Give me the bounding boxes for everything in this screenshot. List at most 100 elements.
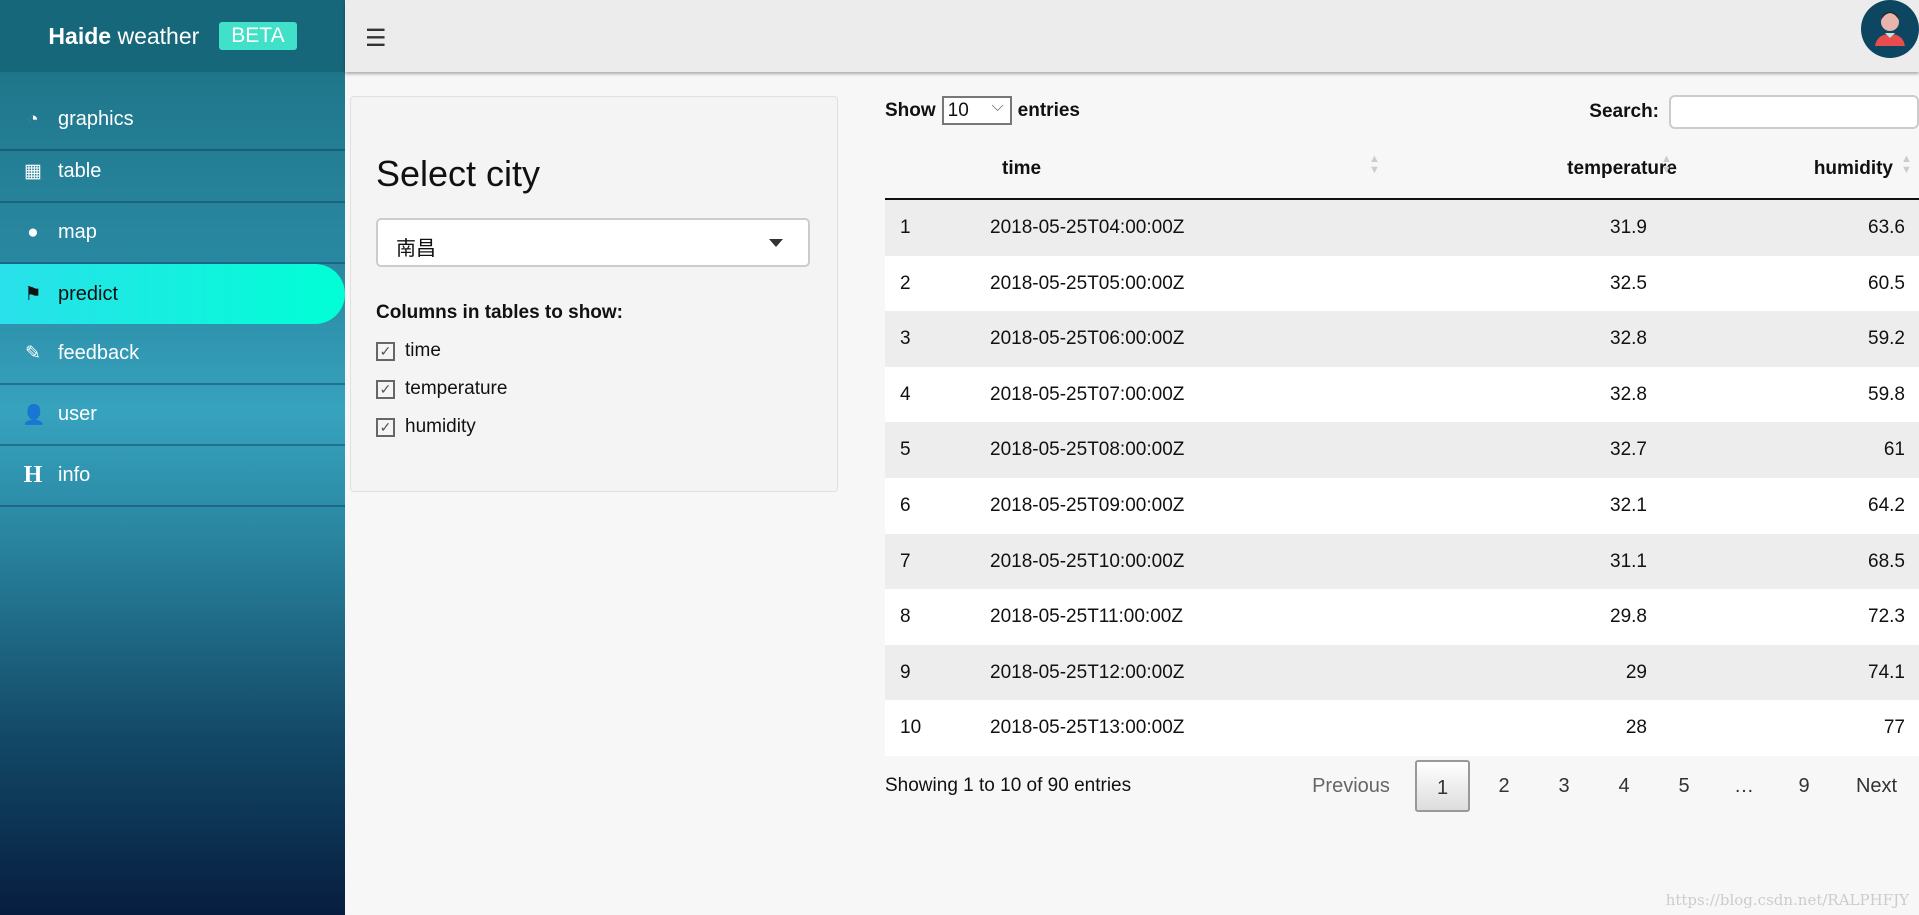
humidity-cell: 74.1 — [1868, 661, 1905, 683]
nav-label: table — [58, 160, 102, 182]
data-table: Show 10 ⌵ entries Search: time ▲ ▼ tempera… — [885, 0, 1919, 915]
time-cell: 2018-05-25T10:00:00Z — [990, 550, 1185, 572]
row-index: 8 — [900, 606, 911, 628]
row-index: 2 — [900, 272, 911, 294]
humidity-cell: 72.3 — [1868, 606, 1905, 628]
sidebar: Haide weather BETA ◔ graphics ▦ table ● map… — [0, 0, 345, 915]
row-index: 10 — [900, 717, 922, 739]
next-button[interactable]: Next — [1834, 760, 1919, 812]
pagination-ellipsis: … — [1734, 775, 1754, 797]
checkbox-temperature[interactable]: ✓ temperature — [376, 378, 507, 400]
dashboard-icon: ◔ — [27, 108, 39, 130]
city-select[interactable]: 南昌 — [376, 218, 810, 267]
page-button-3[interactable]: 3 — [1534, 760, 1594, 812]
city-panel: Select city 南昌 Columns in tables to show… — [350, 96, 838, 492]
sort-icon[interactable]: ▲ ▼ — [1661, 154, 1672, 176]
page-button-1[interactable]: 1 — [1415, 760, 1470, 812]
city-value: 南昌 — [396, 238, 436, 260]
row-index: 5 — [900, 439, 911, 461]
row-index: 9 — [900, 661, 911, 683]
search-input[interactable] — [1669, 95, 1919, 129]
page-length-value: 10 — [947, 100, 969, 121]
temperature-cell: 31.1 — [1610, 550, 1647, 572]
grid-icon: ▦ — [24, 161, 42, 182]
pagination: Previous 1 2 3 4 5 … 9 Next — [1291, 760, 1919, 812]
nav-label: info — [58, 464, 91, 486]
checkbox-label: time — [405, 340, 441, 361]
temperature-cell: 28 — [1625, 717, 1647, 739]
nav-label: user — [58, 403, 97, 425]
sidebar-item-info[interactable]: Hinfo — [0, 446, 345, 507]
checkbox-label: humidity — [405, 416, 476, 437]
table-info: Showing 1 to 10 of 90 entries — [885, 775, 1132, 796]
temperature-cell: 29 — [1625, 661, 1647, 683]
time-cell: 2018-05-25T08:00:00Z — [990, 439, 1185, 461]
humidity-cell: 63.6 — [1868, 217, 1905, 238]
checkbox-humidity[interactable]: ✓ humidity — [376, 416, 476, 438]
checkbox-checked-icon[interactable]: ✓ — [376, 417, 395, 437]
time-cell: 2018-05-25T09:00:00Z — [990, 495, 1185, 516]
page-button-9[interactable]: 9 — [1774, 760, 1834, 812]
flag-icon: ⚑ — [24, 283, 42, 305]
temperature-cell: 32.5 — [1610, 272, 1647, 294]
previous-button[interactable]: Previous — [1291, 760, 1411, 812]
header-icon: H — [23, 462, 43, 488]
temperature-cell: 31.9 — [1610, 217, 1647, 238]
temperature-cell: 29.8 — [1610, 606, 1647, 628]
time-cell: 2018-05-25T05:00:00Z — [990, 272, 1185, 294]
checkbox-time[interactable]: ✓ time — [376, 340, 441, 362]
header-time[interactable]: time — [1002, 158, 1041, 180]
row-index: 3 — [900, 328, 911, 350]
page-length-select[interactable]: 10 ⌵ — [941, 96, 1012, 125]
page-length-control: Show 10 ⌵ entries — [885, 96, 1080, 125]
sort-icon[interactable]: ▲ ▼ — [1901, 154, 1912, 176]
checkbox-checked-icon[interactable]: ✓ — [376, 379, 395, 399]
table-row: 10 2018-05-25T13:00:00Z 28 77 — [885, 700, 1919, 756]
columns-label: Columns in tables to show: — [376, 302, 624, 323]
header-humidity[interactable]: humidity — [1814, 158, 1893, 180]
time-cell: 2018-05-25T04:00:00Z — [990, 217, 1185, 238]
time-cell: 2018-05-25T06:00:00Z — [990, 328, 1185, 350]
sidebar-item-table[interactable]: ▦ table — [0, 142, 345, 203]
table-row: 5 2018-05-25T08:00:00Z 32.7 61 — [885, 422, 1919, 478]
checkbox-label: temperature — [405, 378, 508, 399]
temperature-cell: 32.8 — [1610, 328, 1647, 350]
beta-badge: BETA — [219, 22, 297, 50]
checkbox-checked-icon[interactable]: ✓ — [376, 341, 395, 361]
table-row: 6 2018-05-25T09:00:00Z 32.1 64.2 — [885, 478, 1919, 534]
humidity-cell: 59.8 — [1868, 383, 1905, 405]
sidebar-item-feedback[interactable]: ✎ feedback — [0, 324, 345, 385]
search-control: Search: — [1589, 95, 1919, 129]
humidity-cell: 61 — [1883, 439, 1905, 461]
table-row: 1 2018-05-25T04:00:00Z 31.9 63.6 — [885, 200, 1919, 256]
entries-label: entries — [1017, 99, 1080, 121]
row-index: 1 — [900, 217, 911, 238]
page-button-5[interactable]: 5 — [1654, 760, 1714, 812]
time-cell: 2018-05-25T13:00:00Z — [990, 717, 1185, 739]
page-button-4[interactable]: 4 — [1594, 760, 1654, 812]
time-cell: 2018-05-25T12:00:00Z — [990, 661, 1185, 683]
watermark: https://blog.csdn.net/RALPHFJY — [1665, 891, 1909, 909]
nav-label: feedback — [58, 342, 140, 364]
temperature-cell: 32.8 — [1610, 383, 1647, 405]
sidebar-item-user[interactable]: 👤 user — [0, 385, 345, 446]
humidity-cell: 68.5 — [1868, 550, 1905, 572]
time-cell: 2018-05-25T07:00:00Z — [990, 383, 1185, 405]
humidity-cell: 59.2 — [1868, 328, 1905, 350]
table-row: 2 2018-05-25T05:00:00Z 32.5 60.5 — [885, 255, 1919, 312]
page-button-2[interactable]: 2 — [1474, 760, 1534, 812]
brand-name: Haide weather — [48, 22, 200, 49]
time-cell: 2018-05-25T11:00:00Z — [990, 606, 1183, 628]
temperature-cell: 32.1 — [1610, 495, 1647, 516]
brand: Haide weather BETA — [0, 0, 345, 72]
table-header: time ▲ ▼ temperature ▲ ▼ humidity ▲ ▼ — [885, 145, 1919, 200]
table-row: 8 2018-05-25T11:00:00Z 29.8 72.3 — [885, 589, 1919, 645]
hamburger-menu-icon[interactable]: ☰ — [365, 24, 387, 53]
sort-icon[interactable]: ▲ ▼ — [1369, 154, 1380, 176]
row-index: 7 — [900, 550, 911, 572]
sidebar-item-predict[interactable]: ⚑ predict — [0, 264, 345, 324]
table-row: 9 2018-05-25T12:00:00Z 29 74.1 — [885, 644, 1919, 701]
table-row: 7 2018-05-25T10:00:00Z 31.1 68.5 — [885, 533, 1919, 590]
caret-down-icon — [769, 239, 783, 247]
sidebar-item-map[interactable]: ● map — [0, 203, 345, 264]
